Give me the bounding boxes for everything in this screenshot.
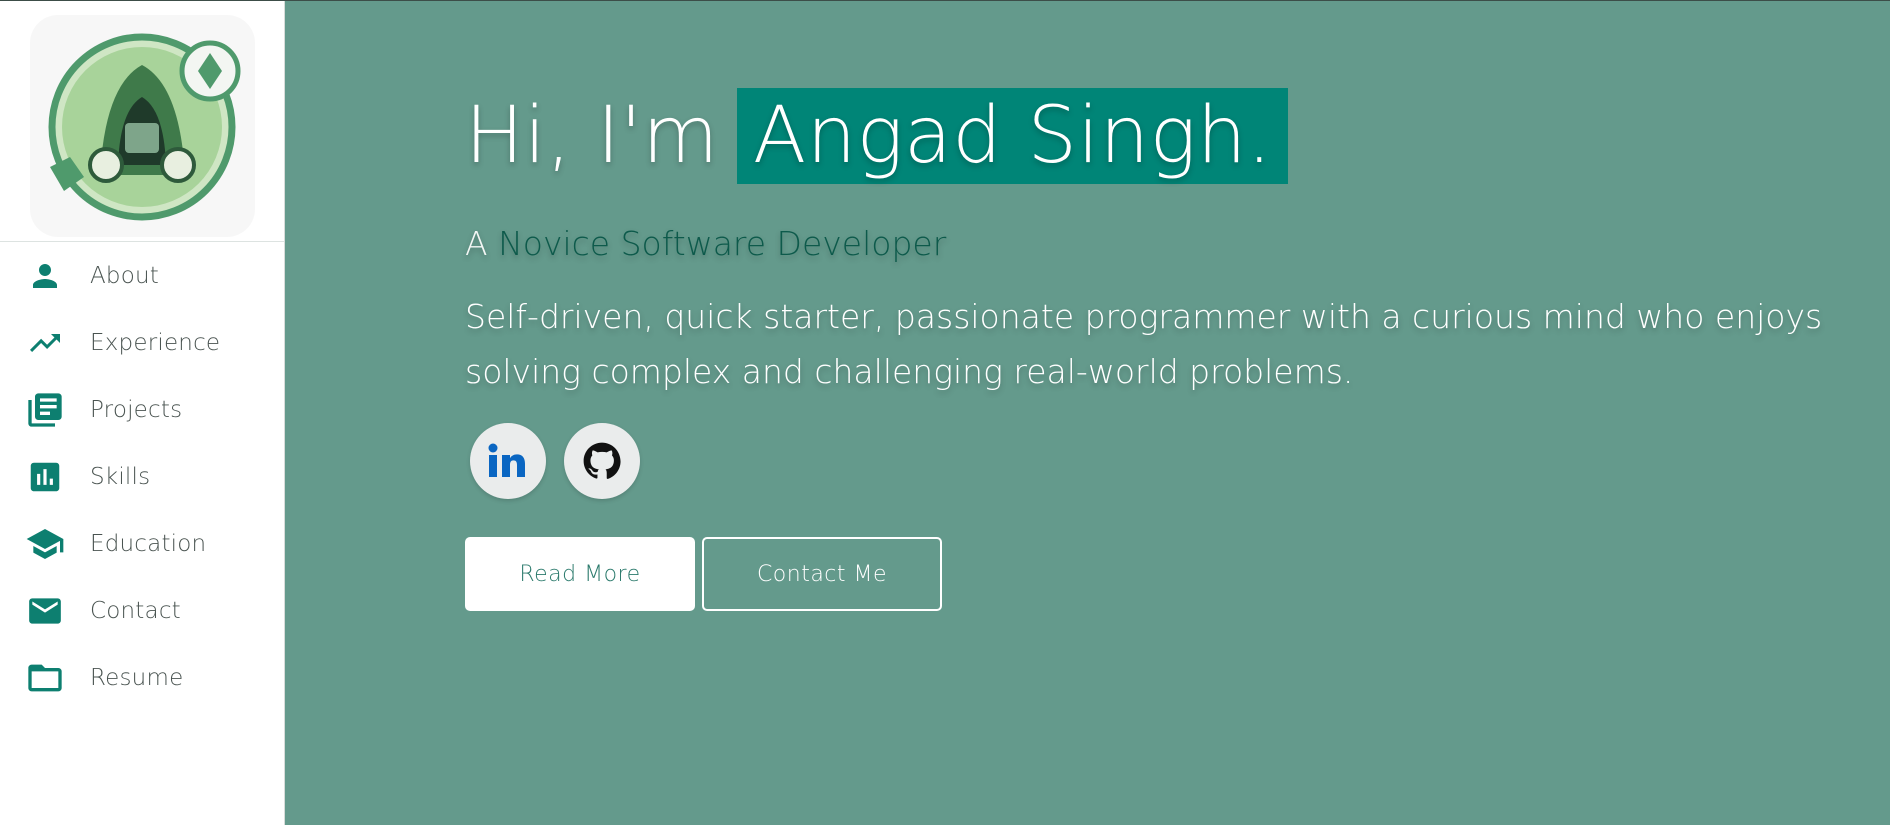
avatar[interactable] (30, 15, 255, 237)
sidebar: About Experience Projects Skills Educati… (0, 0, 285, 825)
sidebar-item-education[interactable]: Education (0, 510, 284, 577)
description: Self-driven, quick starter, passionate p… (465, 297, 1823, 391)
sidebar-item-label: Skills (90, 463, 151, 490)
graduation-cap-icon (24, 523, 66, 565)
sidebar-item-label: About (90, 262, 160, 289)
github-button[interactable] (564, 423, 640, 499)
read-more-button[interactable]: Read More (465, 537, 695, 611)
mail-icon (24, 590, 66, 632)
page-title: Hi, I'm Angad Singh. (465, 88, 1865, 184)
library-books-icon (24, 389, 66, 431)
greeting-text: Hi, I'm (465, 91, 719, 181)
top-border (0, 0, 1890, 1)
avatar-image (48, 33, 241, 221)
contact-me-button[interactable]: Contact Me (702, 537, 942, 611)
social-links (465, 423, 1865, 499)
sidebar-nav: About Experience Projects Skills Educati… (0, 242, 284, 711)
sidebar-item-resume[interactable]: Resume (0, 644, 284, 711)
sidebar-item-label: Resume (90, 664, 184, 691)
github-icon (583, 442, 621, 479)
sidebar-item-contact[interactable]: Contact (0, 577, 284, 644)
sidebar-item-projects[interactable]: Projects (0, 376, 284, 443)
role-text: Novice Software Developer (498, 224, 947, 263)
sidebar-item-experience[interactable]: Experience (0, 309, 284, 376)
main-content: Hi, I'm Angad Singh. A Novice Software D… (286, 0, 1890, 825)
sidebar-item-label: Contact (90, 597, 181, 624)
linkedin-icon (488, 443, 525, 477)
linkedin-button[interactable] (470, 423, 546, 499)
cta-buttons: Read More Contact Me (465, 537, 1865, 611)
sidebar-item-about[interactable]: About (0, 242, 284, 309)
trending-up-icon (24, 322, 66, 364)
avatar-section (0, 0, 284, 242)
hero-section: Hi, I'm Angad Singh. A Novice Software D… (465, 88, 1865, 611)
subtitle: A Novice Software Developer (465, 224, 1865, 263)
sidebar-item-skills[interactable]: Skills (0, 443, 284, 510)
sidebar-item-label: Projects (90, 396, 183, 423)
name-highlight: Angad Singh. (736, 88, 1289, 184)
bar-chart-icon (24, 456, 66, 498)
subtitle-prefix: A (465, 224, 488, 263)
sidebar-item-label: Experience (90, 329, 221, 356)
folder-icon (24, 657, 66, 699)
sidebar-item-label: Education (90, 530, 207, 557)
person-icon (24, 255, 66, 297)
